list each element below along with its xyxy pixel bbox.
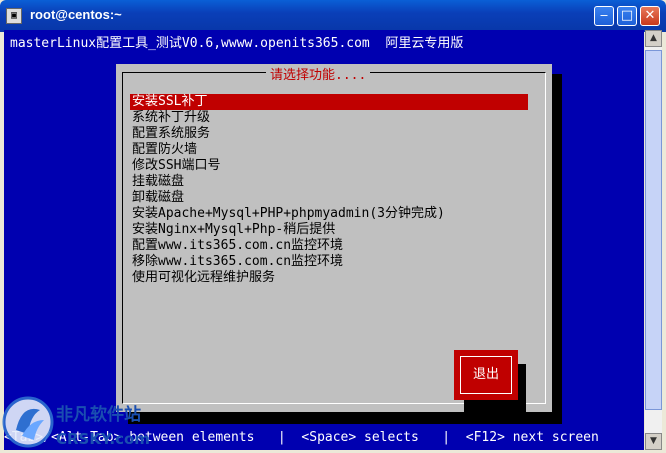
quit-button-label: 退出	[460, 356, 512, 394]
terminal-window: ▣ root@centos:~ ‒ □ ✕ masterLinux配置工具_测试…	[0, 0, 666, 453]
close-button[interactable]: ✕	[640, 6, 660, 26]
watermark-sub: CRSKY.com	[56, 430, 150, 448]
terminal-icon[interactable]: ▣	[6, 8, 22, 24]
menu-item[interactable]: 配置系统服务	[130, 126, 530, 142]
tool-banner: masterLinux配置工具_测试V0.6,wwww.openits365.c…	[10, 36, 464, 51]
menu-item[interactable]: 安装SSL补丁	[130, 94, 528, 110]
function-menu[interactable]: 安装SSL补丁 系统补丁升级 配置系统服务 配置防火墙 修改SSH端口号 挂载磁盘 卸载磁盘…	[130, 94, 530, 286]
menu-item[interactable]: 修改SSH端口号	[130, 158, 530, 174]
maximize-button[interactable]: □	[617, 6, 637, 26]
menu-item[interactable]: 卸载磁盘	[130, 190, 530, 206]
menu-item[interactable]: 安装Nginx+Mysql+Php-稍后提供	[130, 222, 530, 238]
minimize-button[interactable]: ‒	[594, 6, 614, 26]
window-title: root@centos:~	[30, 7, 122, 22]
scroll-thumb[interactable]	[645, 50, 662, 410]
menu-item[interactable]: 挂载磁盘	[130, 174, 530, 190]
title-bar[interactable]: ▣ root@centos:~ ‒ □ ✕	[0, 0, 666, 32]
scroll-down-icon[interactable]: ▼	[645, 433, 662, 450]
menu-item[interactable]: 使用可视化远程维护服务	[130, 270, 530, 286]
terminal-screen[interactable]: masterLinux配置工具_测试V0.6,wwww.openits365.c…	[4, 30, 644, 450]
menu-item[interactable]: 配置www.its365.com.cn监控环境	[130, 238, 530, 254]
menu-item[interactable]: 安装Apache+Mysql+PHP+phpmyadmin(3分钟完成)	[130, 206, 530, 222]
function-dialog: 请选择功能.... 安装SSL补丁 系统补丁升级 配置系统服务 配置防火墙 修改SSH端…	[116, 64, 552, 412]
menu-item[interactable]: 配置防火墙	[130, 142, 530, 158]
vertical-scrollbar[interactable]: ▲ ▼	[645, 30, 662, 450]
watermark-brand: 非凡软件站	[56, 404, 141, 425]
menu-item[interactable]: 移除www.its365.com.cn监控环境	[130, 254, 530, 270]
scroll-up-icon[interactable]: ▲	[645, 30, 662, 47]
dialog-title: 请选择功能....	[266, 64, 371, 83]
menu-item[interactable]: 系统补丁升级	[130, 110, 530, 126]
crsky-watermark: 非凡软件站 CRSKY.com	[2, 396, 150, 448]
quit-button[interactable]: 退出	[454, 350, 518, 400]
